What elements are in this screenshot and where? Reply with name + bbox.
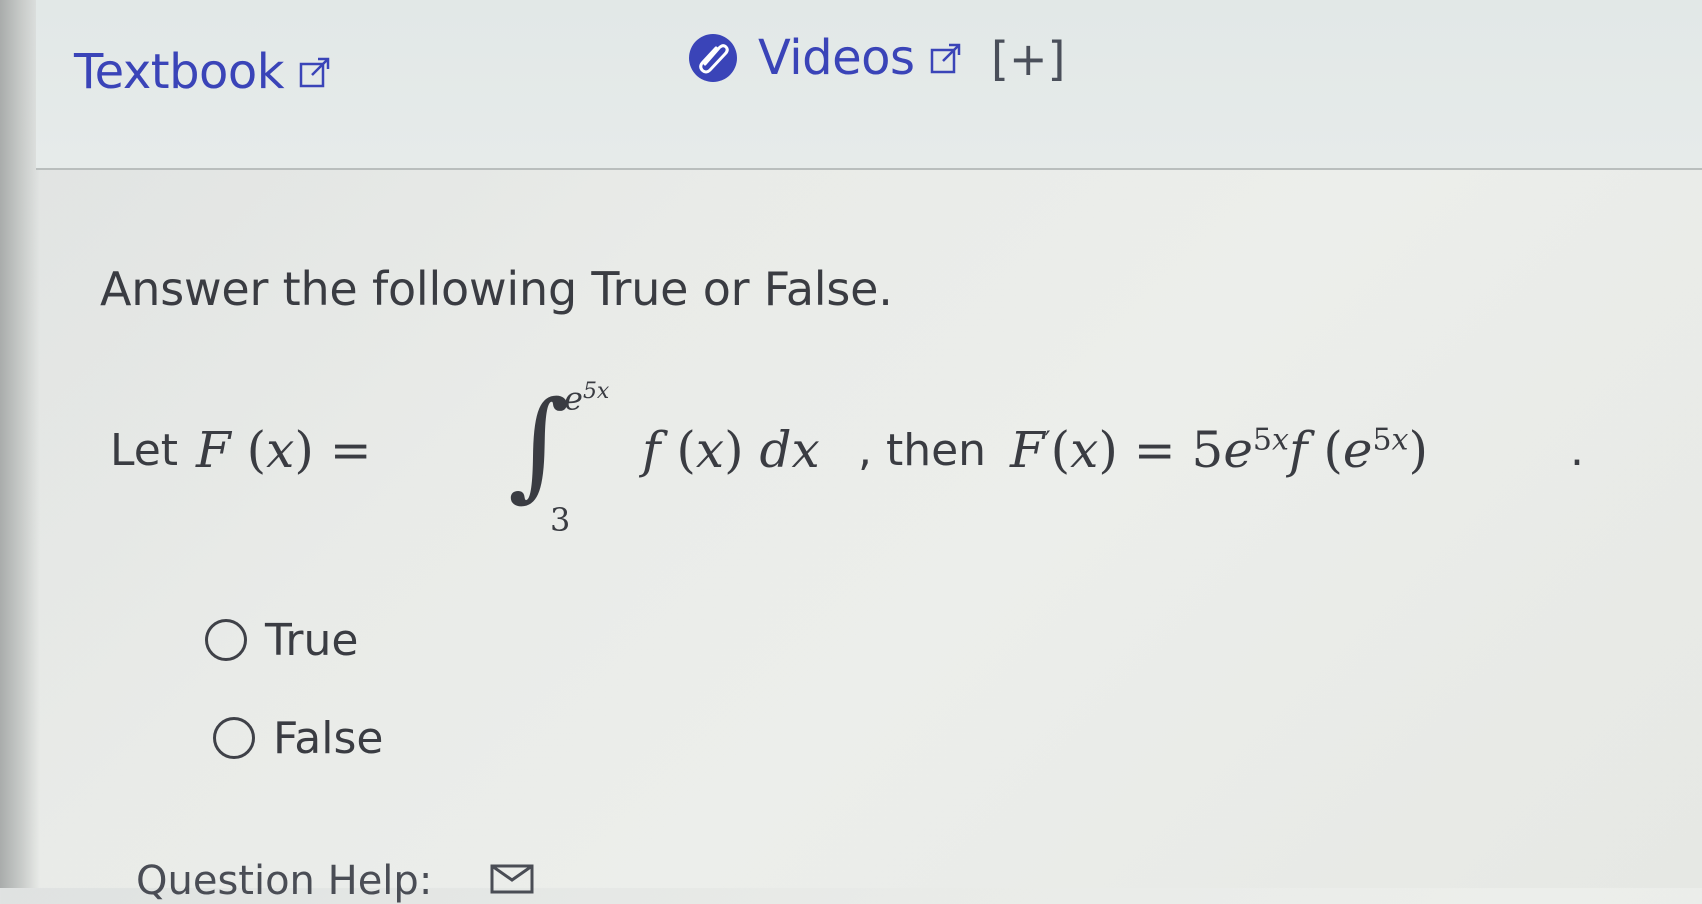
textbook-link[interactable]: Textbook bbox=[74, 44, 332, 100]
paperclip-icon bbox=[689, 34, 737, 82]
integral-upper-limit: e5x bbox=[564, 379, 610, 418]
external-link-icon bbox=[299, 57, 330, 88]
integral-lower-limit: 3 bbox=[550, 501, 571, 539]
option-true[interactable]: True bbox=[205, 610, 383, 670]
videos-label: Videos bbox=[758, 30, 915, 86]
textbook-label: Textbook bbox=[74, 44, 285, 100]
statement-end: . bbox=[1570, 425, 1584, 476]
option-false-label: False bbox=[273, 712, 384, 764]
resources-panel: Textbook Videos [+] bbox=[36, 0, 1702, 170]
question-help-link[interactable]: Question Help: bbox=[136, 858, 432, 904]
screen-edge bbox=[0, 0, 40, 888]
math-rhs: F′(x) = 5e5xf (e5x) bbox=[1010, 421, 1428, 479]
radio-true[interactable] bbox=[205, 619, 247, 661]
statement-prefix: Let bbox=[110, 425, 179, 476]
question-prompt: Answer the following True or False. bbox=[100, 262, 893, 316]
expand-button[interactable]: [+] bbox=[991, 32, 1065, 86]
message-icon bbox=[490, 864, 534, 894]
option-false[interactable]: False bbox=[213, 708, 383, 768]
videos-link[interactable]: Videos bbox=[686, 30, 963, 86]
radio-false[interactable] bbox=[213, 717, 255, 759]
math-lhs: F (x) = bbox=[196, 421, 372, 479]
question-statement: Let F (x) = ∫ e5x 3 f (x) dx , then F′(x… bbox=[110, 375, 1670, 545]
integral-sign: ∫ bbox=[508, 375, 570, 513]
external-link-icon bbox=[930, 43, 960, 74]
statement-mid: , then bbox=[858, 425, 987, 476]
integrand: f (x) dx bbox=[642, 421, 820, 479]
answer-options: True False bbox=[205, 610, 383, 806]
option-true-label: True bbox=[265, 614, 359, 666]
